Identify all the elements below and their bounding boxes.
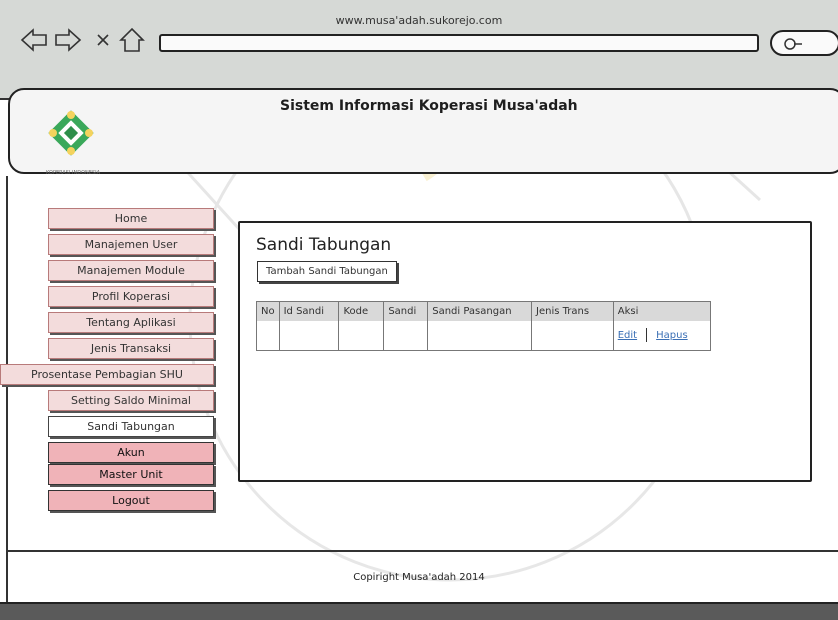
edit-link[interactable]: Edit: [618, 330, 637, 341]
col-aksi: Aksi: [613, 301, 712, 321]
footer-divider: [6, 550, 838, 552]
col-sandi: Sandi: [383, 301, 429, 321]
site-title: Sistem Informasi Koperasi Musa'adah: [280, 98, 578, 114]
search-icon: [784, 38, 802, 50]
address-bar[interactable]: [159, 34, 759, 52]
koperasi-logo: KOPERASI INDONESIA: [46, 108, 100, 176]
menu-item-home[interactable]: Home: [48, 208, 214, 229]
cell-kode: [338, 320, 385, 351]
menu-item-manajemen-module[interactable]: Manajemen Module: [48, 260, 214, 281]
close-icon[interactable]: [94, 31, 112, 49]
browser-status-bar: [0, 602, 838, 620]
delete-link[interactable]: Hapus: [656, 330, 688, 341]
add-sandi-button[interactable]: Tambah Sandi Tabungan: [257, 261, 397, 282]
page-title: Sandi Tabungan: [256, 235, 392, 255]
cell-sandi-pasangan: [427, 320, 532, 351]
menu-item-manajemen-user[interactable]: Manajemen User: [48, 234, 214, 255]
logo-caption: KOPERASI INDONESIA: [46, 170, 101, 176]
menu-item-logout[interactable]: Logout: [48, 490, 214, 511]
browser-toolbar: www.musa'adah.sukorejo.com: [0, 0, 838, 100]
menu-item-master-unit[interactable]: Master Unit: [48, 464, 214, 485]
sandi-table: No Id Sandi Kode Sandi Sandi Pasangan Je…: [256, 301, 712, 351]
menu-item-sandi-tabungan[interactable]: Sandi Tabungan: [48, 416, 214, 437]
koperasi-emblem-icon: [48, 110, 94, 156]
table-row: Edit Hapus: [256, 320, 712, 351]
col-sandi-pasangan: Sandi Pasangan: [427, 301, 532, 321]
table-header-row: No Id Sandi Kode Sandi Sandi Pasangan Je…: [256, 301, 712, 321]
col-jenis-trans: Jenis Trans: [531, 301, 614, 321]
home-icon[interactable]: [118, 26, 146, 54]
menu-item-tentang-aplikasi[interactable]: Tentang Aplikasi: [48, 312, 214, 333]
cell-jenis-trans: [531, 320, 614, 351]
menu-item-setting-saldo[interactable]: Setting Saldo Minimal: [48, 390, 214, 411]
footer-copyright: Copiright Musa'adah 2014: [353, 572, 485, 583]
cell-id-sandi: [279, 320, 340, 351]
sidebar-menu: Home Manajemen User Manajemen Module Pro…: [0, 208, 214, 516]
menu-item-akun[interactable]: Akun: [48, 442, 214, 463]
col-kode: Kode: [338, 301, 385, 321]
menu-item-prosentase-shu[interactable]: Prosentase Pembagian SHU: [0, 364, 214, 385]
forward-arrow-icon[interactable]: [54, 26, 82, 54]
cell-sandi: [383, 320, 429, 351]
col-id-sandi: Id Sandi: [279, 301, 340, 321]
search-box[interactable]: [770, 30, 838, 56]
action-separator: [646, 328, 648, 343]
back-arrow-icon[interactable]: [20, 26, 48, 54]
col-no: No: [256, 301, 280, 321]
menu-item-jenis-transaksi[interactable]: Jenis Transaksi: [48, 338, 214, 359]
content-panel: Sandi Tabungan Tambah Sandi Tabungan No …: [238, 221, 812, 482]
menu-item-profil-koperasi[interactable]: Profil Koperasi: [48, 286, 214, 307]
cell-aksi: Edit Hapus: [613, 320, 712, 351]
site-header: KOPERASI INDONESIA Sistem Informasi Kope…: [8, 88, 838, 176]
cell-no: [256, 320, 280, 351]
page-left-border: [6, 176, 8, 602]
